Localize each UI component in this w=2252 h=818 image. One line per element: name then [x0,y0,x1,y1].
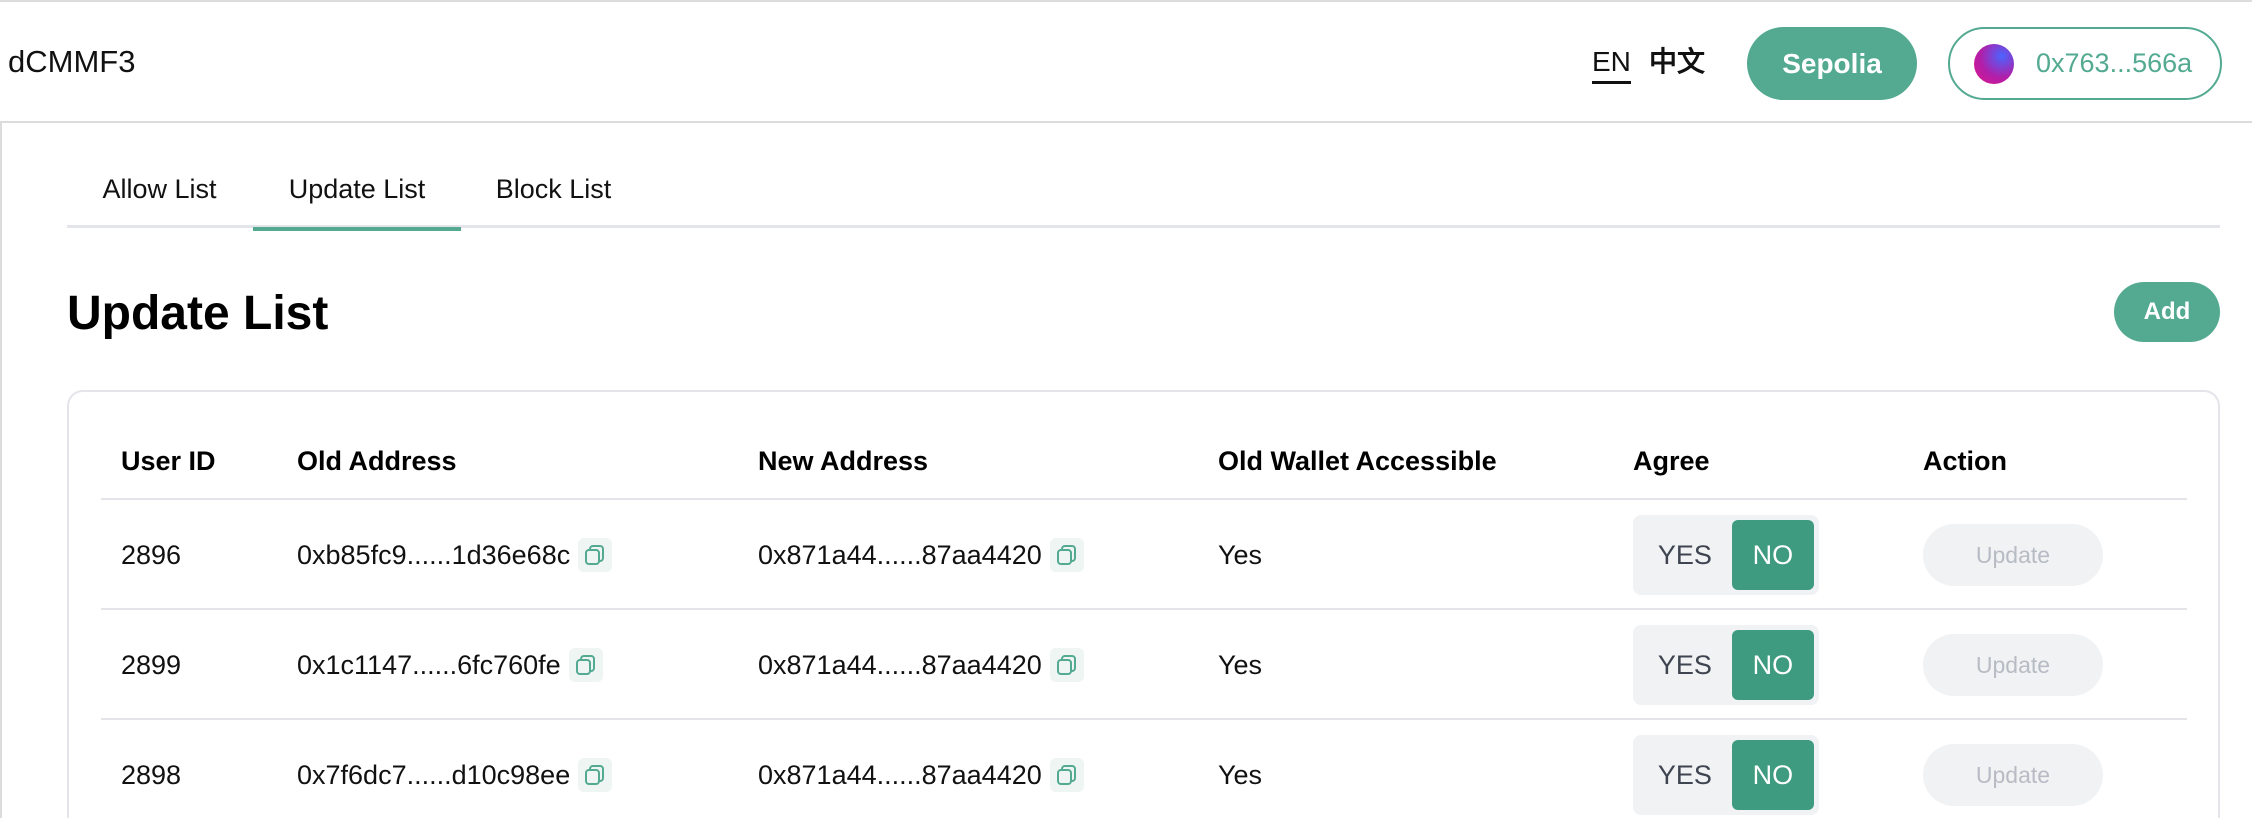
agree-toggle: YES NO [1633,735,1819,815]
old-wallet-accessible-cell: Yes [1218,759,1263,790]
column-header-old-address: Old Address [297,446,457,476]
column-header-user-id: User ID [121,446,216,476]
copy-icon[interactable] [1049,758,1084,792]
old-address-cell: 0x7f6dc7......d10c98ee [297,720,613,818]
update-button[interactable]: Update [1923,634,2103,696]
language-en-option[interactable]: EN [1592,46,1631,84]
update-list-table: User ID Old Address New Address Old Wall… [67,390,2220,818]
column-header-action: Action [1923,446,2007,476]
add-button[interactable]: Add [2114,282,2220,342]
old-wallet-accessible-cell: Yes [1218,539,1263,570]
table-row: 2899 0x1c1147......6fc760fe 0x871a44....… [101,608,2187,718]
old-address-text: 0xb85fc9......1d36e68c [297,539,571,570]
tab-block-list[interactable]: Block List [461,160,646,228]
wallet-avatar-icon [1974,43,2014,84]
copy-icon[interactable] [1049,538,1084,572]
agree-no-button[interactable]: NO [1731,740,1814,810]
agree-yes-button[interactable]: YES [1638,740,1732,810]
copy-icon[interactable] [568,648,603,682]
action-cell: Update [1923,500,2103,610]
tab-allow-list[interactable]: Allow List [67,160,252,228]
wallet-button[interactable]: 0x763...566a [1948,27,2222,100]
wallet-address: 0x763...566a [2036,48,2193,78]
table-row: 2898 0x7f6dc7......d10c98ee 0x871a44....… [101,718,2187,818]
copy-icon[interactable] [1049,648,1084,682]
page: dCMMF3 EN 中文 Sepolia 0x763...566a Allow … [0,0,2252,818]
new-address-text: 0x871a44......87aa4420 [758,649,1042,680]
user-id-cell: 2898 [121,759,182,790]
old-address-cell: 0x1c1147......6fc760fe [297,610,603,720]
new-address-text: 0x871a44......87aa4420 [758,539,1042,570]
app-title: dCMMF3 [8,44,136,79]
action-cell: Update [1923,720,2103,818]
agree-no-button[interactable]: NO [1731,630,1814,700]
user-id-cell: 2896 [121,539,182,570]
old-wallet-accessible-cell: Yes [1218,649,1263,680]
agree-yes-button[interactable]: YES [1638,520,1732,590]
agree-no-button[interactable]: NO [1731,520,1814,590]
top-header: dCMMF3 EN 中文 Sepolia 0x763...566a [0,0,2252,123]
left-divider [0,123,2,818]
new-address-text: 0x871a44......87aa4420 [758,759,1042,790]
language-zh-option[interactable]: 中文 [1649,46,1705,78]
update-button[interactable]: Update [1923,744,2103,806]
update-button[interactable]: Update [1923,524,2103,586]
agree-yes-button[interactable]: YES [1638,630,1732,700]
column-header-new-address: New Address [758,446,929,476]
tab-update-list[interactable]: Update List [253,160,461,231]
copy-icon[interactable] [578,538,613,572]
agree-toggle: YES NO [1633,625,1819,705]
table-row: 2896 0xb85fc9......1d36e68c 0x871a44....… [101,498,2187,608]
column-header-agree: Agree [1633,446,1710,476]
copy-icon[interactable] [578,758,613,792]
old-address-text: 0x7f6dc7......d10c98ee [297,759,571,790]
agree-cell: YES NO [1633,500,1819,610]
new-address-cell: 0x871a44......87aa4420 [758,610,1084,720]
old-address-cell: 0xb85fc9......1d36e68c [297,500,613,610]
agree-cell: YES NO [1633,720,1819,818]
agree-toggle: YES NO [1633,515,1819,595]
page-title: Update List [67,287,329,340]
tab-bar: Allow List Update List Block List [67,160,2220,231]
user-id-cell: 2899 [121,649,182,680]
agree-cell: YES NO [1633,610,1819,720]
column-header-old-wallet-accessible: Old Wallet Accessible [1218,446,1497,476]
action-cell: Update [1923,610,2103,720]
old-address-text: 0x1c1147......6fc760fe [297,649,561,680]
new-address-cell: 0x871a44......87aa4420 [758,720,1084,818]
network-button[interactable]: Sepolia [1747,27,1917,100]
new-address-cell: 0x871a44......87aa4420 [758,500,1084,610]
